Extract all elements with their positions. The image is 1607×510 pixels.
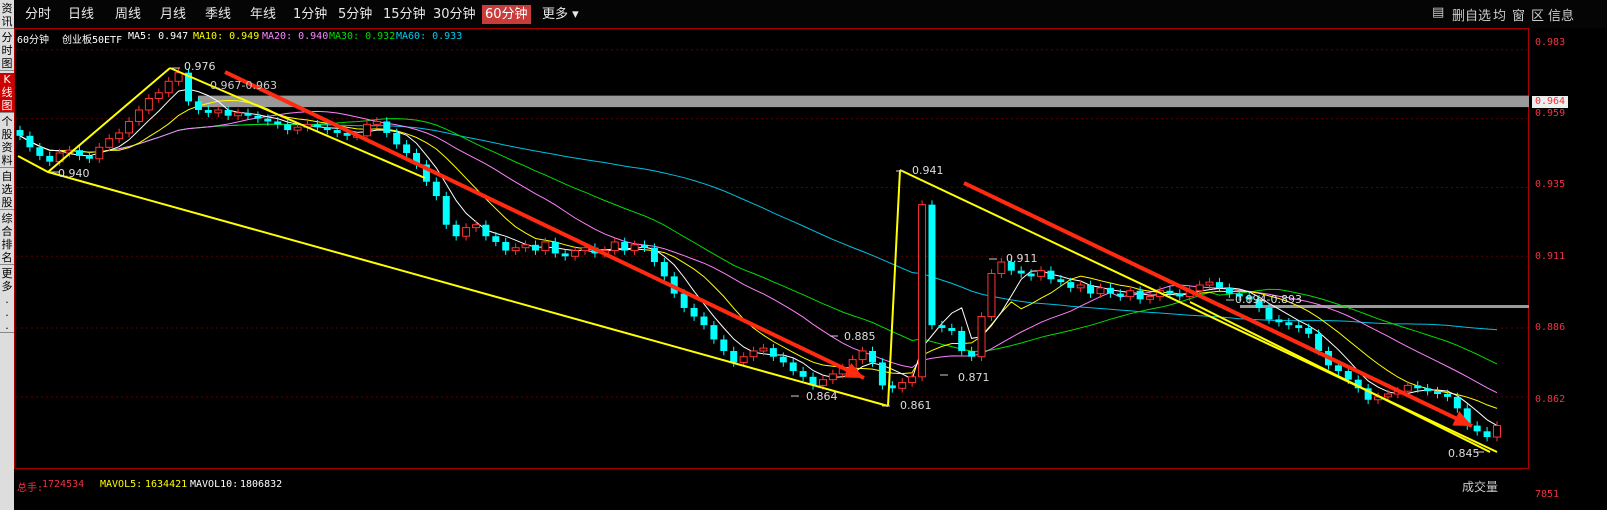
- top-toolbar: 分时 日线 周线 月线 季线 年线 1分钟 5分钟 15分钟 30分钟 60分钟 更多 ▾ ▤ 删自选均窗…: [0, 0, 1607, 28]
- annotation-label: 0.894-0.893: [1235, 293, 1302, 306]
- annotation-label: 0.861: [900, 399, 932, 412]
- annotation-label: 0.845: [1448, 447, 1480, 460]
- annotation-label: 0.940: [58, 167, 90, 180]
- chart-frame: [14, 28, 1529, 469]
- toolbar-button[interactable]: 删自选: [1452, 5, 1491, 24]
- security-name: 创业板50ETF: [62, 35, 123, 46]
- price-tick-label: 0.886: [1535, 322, 1566, 333]
- period-tab[interactable]: 60分钟: [482, 5, 531, 24]
- price-tick-label: 0.935: [1535, 179, 1566, 190]
- annotation-label: 0.976: [184, 60, 216, 73]
- price-tick-label: 7851: [1535, 489, 1560, 500]
- mavol10-value: 1806832: [240, 479, 283, 490]
- period-tab[interactable]: 周线: [115, 5, 141, 24]
- period-tab[interactable]: 30分钟: [433, 5, 476, 24]
- toolbar-button[interactable]: 窗: [1512, 5, 1525, 24]
- period-tab[interactable]: 月线: [160, 5, 186, 24]
- toolbar-button[interactable]: 均: [1493, 5, 1506, 24]
- toolbar-button[interactable]: 区: [1531, 5, 1544, 24]
- period-tab[interactable]: 5分钟: [338, 5, 372, 24]
- toolbar-button[interactable]: 信息: [1548, 5, 1574, 24]
- annotation-label: 0.941: [912, 164, 944, 177]
- left-sidebar-tab[interactable]: 分时图: [0, 31, 14, 71]
- annotation-label: 0.967-0.963: [210, 79, 277, 92]
- annotation-label: 0.864: [806, 390, 838, 403]
- ma10-value: MA10: 0.949: [193, 31, 260, 42]
- price-highlight-tag: 0.964: [1532, 96, 1568, 108]
- volume-total: 1724534: [42, 479, 85, 490]
- left-sidebar: 资讯分时图 K线图个股资料自选股综合排名更多...: [0, 0, 14, 510]
- annotation-label: 0.885: [844, 330, 876, 343]
- left-sidebar-tab[interactable]: 更多...: [0, 267, 14, 333]
- period-tab[interactable]: 分时: [25, 5, 51, 24]
- period-tab[interactable]: 15分钟: [383, 5, 426, 24]
- volume-total-label: 总手:: [17, 483, 44, 494]
- ma5-value: MA5: 0.947: [128, 31, 189, 42]
- chart-period-label: 60分钟: [17, 35, 50, 46]
- period-tab[interactable]: 更多 ▾: [542, 5, 579, 24]
- period-tab[interactable]: 1分钟: [293, 5, 327, 24]
- left-sidebar-tab[interactable]: 个股资料: [0, 115, 14, 168]
- period-tab[interactable]: 日线: [68, 5, 94, 24]
- price-tick-label: 0.959: [1535, 108, 1566, 119]
- period-tab[interactable]: 年线: [250, 5, 276, 24]
- period-tab[interactable]: 季线: [205, 5, 231, 24]
- mavol10-label: MAVOL10:: [190, 479, 239, 490]
- mavol5-label: MAVOL5:: [100, 479, 143, 490]
- price-tick-label: 0.911: [1535, 251, 1566, 262]
- price-tick-label: 0.983: [1535, 37, 1566, 48]
- price-tick-label: 0.862: [1535, 394, 1566, 405]
- ma30-value: MA30: 0.932: [329, 31, 396, 42]
- left-sidebar-tab[interactable]: 资讯: [0, 2, 14, 29]
- ma60-value: MA60: 0.933: [396, 31, 463, 42]
- ma20-value: MA20: 0.940: [262, 31, 329, 42]
- annotation-label: 0.911: [1006, 252, 1038, 265]
- annotation-label: 0.871: [958, 371, 990, 384]
- volume-indicator-tab[interactable]: 成交量: [1462, 478, 1498, 495]
- left-sidebar-tab[interactable]: K线图: [0, 73, 14, 113]
- toolbar-button[interactable]: ▤: [1432, 5, 1444, 20]
- mavol5-value: 1634421: [145, 479, 188, 490]
- left-sidebar-tab[interactable]: 自选股: [0, 170, 14, 210]
- left-sidebar-tab[interactable]: 综合排名: [0, 212, 14, 265]
